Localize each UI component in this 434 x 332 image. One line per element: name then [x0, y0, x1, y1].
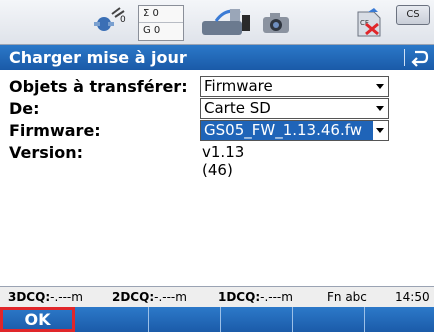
camera-icon — [263, 13, 289, 33]
from-select[interactable]: Carte SD — [200, 98, 389, 119]
info-bar: 3DCQ:-.---m 2DCQ:-.---m 1DCQ:-.---m Fn a… — [0, 286, 434, 307]
counter-icon: Σ 0 G 0 — [138, 5, 184, 41]
sd-card-error-icon: CF — [357, 8, 381, 37]
chevron-down-icon — [376, 84, 384, 89]
page-title: Charger mise à jour — [9, 48, 187, 67]
version-value: v1.13 (46) — [202, 143, 245, 179]
softkey-bar: OK — [0, 307, 434, 332]
softkey-5[interactable] — [293, 307, 365, 332]
return-arrow-icon[interactable] — [410, 48, 430, 67]
satellite-icon: 0 — [94, 7, 126, 31]
quality-1d-value: -.---m — [260, 290, 293, 304]
cs-icon: CS — [396, 5, 430, 25]
quality-1d-label: 1DCQ: — [218, 290, 261, 304]
firmware-label: Firmware: — [9, 121, 101, 140]
firmware-select-value: GS05_FW_1.13.46.fw — [201, 121, 373, 140]
input-mode: Fn abc — [327, 290, 367, 304]
quality-3d: 3DCQ:-.---m — [8, 290, 83, 304]
svg-text:0: 0 — [120, 15, 126, 25]
counter-row-g: G 0 — [143, 25, 161, 36]
title-bar: Charger mise à jour — [0, 45, 434, 70]
softkey-3[interactable] — [149, 307, 221, 332]
quality-2d: 2DCQ:-.---m — [112, 290, 187, 304]
from-label: De: — [9, 99, 40, 118]
chevron-down-icon — [376, 106, 384, 111]
quality-2d-label: 2DCQ: — [112, 290, 155, 304]
from-select-value: Carte SD — [204, 99, 271, 117]
quality-3d-label: 3DCQ: — [8, 290, 51, 304]
counter-row-sum: Σ 0 — [139, 6, 183, 23]
objects-label: Objets à transférer: — [9, 77, 188, 96]
softkey-6[interactable] — [365, 307, 434, 332]
quality-3d-value: -.---m — [50, 290, 83, 304]
chevron-down-icon — [376, 128, 384, 133]
firmware-select[interactable]: GS05_FW_1.13.46.fw — [200, 120, 389, 141]
radio-icon — [202, 9, 250, 35]
quality-2d-value: -.---m — [154, 290, 187, 304]
ok-button[interactable]: OK — [0, 307, 75, 332]
quality-1d: 1DCQ:-.---m — [218, 290, 293, 304]
version-label: Version: — [9, 143, 84, 162]
objects-select-value: Firmware — [204, 77, 273, 95]
softkey-2[interactable] — [75, 307, 149, 332]
clock: 14:50 — [395, 290, 430, 304]
softkey-4[interactable] — [221, 307, 293, 332]
title-separator — [404, 49, 405, 66]
status-bar: 0 Σ 0 G 0 CF CS — [0, 0, 434, 45]
objects-select[interactable]: Firmware — [200, 76, 389, 97]
